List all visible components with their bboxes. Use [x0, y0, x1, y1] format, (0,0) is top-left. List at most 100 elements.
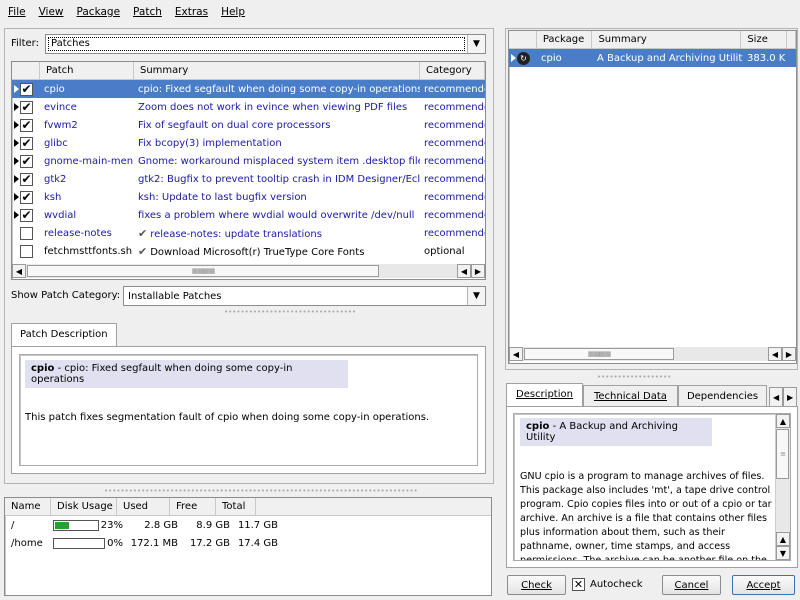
col-patch[interactable]: Patch: [40, 62, 134, 79]
table-row[interactable]: ✔ ksh ksh: Update to last bugfix version re…: [12, 188, 485, 206]
patch-checkbox[interactable]: ✔: [20, 100, 33, 114]
autocheck-toggle[interactable]: ✕ Autocheck: [572, 578, 643, 591]
patch-checkbox[interactable]: [20, 226, 33, 240]
chevron-down-icon[interactable]: ▼: [467, 287, 485, 305]
used-value: 2.8 GB: [144, 519, 178, 531]
menu-extras[interactable]: Extras: [169, 6, 214, 18]
col-size[interactable]: Size: [741, 31, 787, 48]
col-package[interactable]: Package: [537, 31, 593, 48]
scroll-right-icon[interactable]: ▶: [471, 264, 485, 278]
installed-check-icon: ✔: [138, 226, 148, 240]
col-total[interactable]: Total: [216, 498, 256, 515]
col-name[interactable]: Name: [5, 498, 51, 515]
package-rows: ↻ cpio A Backup and Archiving Utility 383.0…: [509, 49, 796, 67]
table-row[interactable]: /home 0% 172.1 MB 17.2 GB 17.4 GB: [5, 534, 491, 552]
table-row[interactable]: ✔ cpio cpio: Fixed segfault when doing som…: [12, 80, 485, 98]
patch-checkbox[interactable]: ✔: [20, 118, 33, 132]
menu-help[interactable]: Help: [215, 6, 251, 18]
patch-category: recommended: [424, 83, 485, 95]
patch-name: glibc: [44, 137, 68, 149]
patch-hscrollbar[interactable]: ◀ ▦▦▦▦ ◀ ▶: [12, 264, 485, 278]
patch-checkbox[interactable]: ✔: [20, 136, 33, 150]
expand-arrow-icon[interactable]: [14, 85, 19, 93]
scroll-left-icon[interactable]: ◀: [768, 347, 782, 361]
scroll-thumb[interactable]: ▦▦▦▦: [524, 348, 674, 360]
check-button[interactable]: Check: [507, 575, 566, 595]
scroll-up-icon[interactable]: ▲: [776, 532, 790, 546]
cancel-button[interactable]: Cancel: [662, 575, 721, 595]
table-row[interactable]: ✔ fvwm2 Fix of segfault on dual core proce…: [12, 116, 485, 134]
chevron-down-icon[interactable]: ▼: [467, 35, 485, 53]
table-row[interactable]: ↻ cpio A Backup and Archiving Utility 383.0…: [509, 49, 796, 67]
category-combo[interactable]: Installable Patches ▼: [123, 286, 486, 306]
table-row[interactable]: ✔ glibc Fix bcopy(3) implementation recomme…: [12, 134, 485, 152]
table-row[interactable]: fetchmsttfonts.sh ✔ Download Microsoft(r) …: [12, 242, 485, 260]
expand-arrow-icon[interactable]: [14, 193, 19, 201]
tab-scroll-left-icon[interactable]: ◀: [769, 387, 784, 407]
table-row[interactable]: release-notes ✔ release-notes: update tran…: [12, 224, 485, 242]
scroll-thumb[interactable]: ≡: [776, 429, 789, 479]
menu-patch[interactable]: Patch: [127, 6, 168, 18]
update-status-icon[interactable]: ↻: [517, 51, 530, 65]
patch-checkbox[interactable]: [20, 244, 33, 258]
menu-package[interactable]: Package: [71, 6, 127, 18]
patch-name: cpio: [44, 83, 65, 95]
scroll-left-icon[interactable]: ◀: [12, 264, 26, 278]
patch-summary: Fix bcopy(3) implementation: [138, 137, 282, 149]
accept-button[interactable]: Accept: [732, 575, 795, 595]
patch-name: gnome-main-menu: [44, 155, 134, 167]
expand-arrow-icon[interactable]: [14, 103, 19, 111]
table-row[interactable]: ✔ gtk2 gtk2: Bugfix to prevent tooltip cra…: [12, 170, 485, 188]
splitter-handle[interactable]: ••••••••••••••••••••••••••••••••: [224, 308, 356, 316]
tab-technical-data[interactable]: Technical Data: [582, 385, 678, 407]
patch-checkbox[interactable]: ✔: [20, 208, 33, 222]
scroll-left-icon[interactable]: ◀: [457, 264, 471, 278]
patch-desc-box: cpio - cpio: Fixed segfault when doing s…: [11, 346, 486, 474]
filter-combo[interactable]: Patches ▼: [45, 34, 486, 54]
splitter-handle[interactable]: ••••••••••••••••••••••••••••••••••••••••…: [104, 487, 418, 495]
expand-arrow-icon[interactable]: [14, 157, 19, 165]
tab-patch-description[interactable]: Patch Description: [11, 323, 117, 347]
description-line: program. Cpio copies files into or out o…: [520, 499, 772, 510]
expand-arrow-icon[interactable]: [14, 121, 19, 129]
expand-arrow-icon[interactable]: [14, 211, 19, 219]
table-row[interactable]: ✔ wvdial fixes a problem where wvdial woul…: [12, 206, 485, 224]
expand-arrow-icon[interactable]: [14, 139, 19, 147]
description-line: permissions. The archive can be another …: [520, 555, 767, 561]
patch-summary-cell: fixes a problem where wvdial would overw…: [134, 210, 420, 221]
col-category[interactable]: Category: [420, 62, 485, 79]
col-free[interactable]: Free: [170, 498, 216, 515]
table-row[interactable]: ✔ evince Zoom does not work in evince when…: [12, 98, 485, 116]
table-row[interactable]: / 23% 2.8 GB 8.9 GB 11.7 GB: [5, 516, 491, 534]
tab-dependencies[interactable]: Dependencies: [677, 385, 768, 407]
patch-checkbox[interactable]: ✔: [20, 82, 33, 96]
splitter-handle[interactable]: ••••••••••••••••••: [597, 373, 671, 381]
col-disk-usage[interactable]: Disk Usage: [51, 498, 117, 515]
scroll-left-icon[interactable]: ◀: [509, 347, 523, 361]
col-pkg-summary[interactable]: Summary: [592, 31, 742, 48]
scroll-up-icon[interactable]: ▲: [776, 414, 790, 428]
tab-description[interactable]: Description: [506, 383, 583, 407]
col-summary[interactable]: Summary: [134, 62, 420, 79]
autocheck-checkbox[interactable]: ✕: [572, 578, 585, 591]
patch-checkbox[interactable]: ✔: [20, 190, 33, 204]
patch-checkbox[interactable]: ✔: [20, 172, 33, 186]
menu-file[interactable]: File: [2, 6, 32, 18]
scroll-thumb[interactable]: ▦▦▦▦: [27, 265, 379, 277]
tab-scroll-right-icon[interactable]: ▶: [783, 387, 798, 407]
col-check[interactable]: [12, 62, 40, 79]
patch-checkbox[interactable]: ✔: [20, 154, 33, 168]
col-status[interactable]: [509, 31, 537, 48]
scroll-right-icon[interactable]: ▶: [782, 347, 796, 361]
patch-summary-cell: ksh: Update to last bugfix version: [134, 192, 420, 203]
scroll-down-icon[interactable]: ▼: [776, 546, 790, 560]
patch-category: optional: [424, 245, 465, 257]
expand-arrow-icon[interactable]: [511, 54, 516, 62]
table-row[interactable]: ✔ gnome-main-menu Gnome: workaround mispla…: [12, 152, 485, 170]
detail-vscrollbar[interactable]: ▲ ≡ ▲ ▼: [775, 414, 790, 560]
col-used[interactable]: Used: [117, 498, 170, 515]
menu-view[interactable]: View: [33, 6, 70, 18]
menu-bar: File View Package Patch Extras Help: [0, 0, 800, 24]
package-hscrollbar[interactable]: ◀ ▦▦▦▦ ◀ ▶: [509, 347, 796, 361]
expand-arrow-icon[interactable]: [14, 175, 19, 183]
